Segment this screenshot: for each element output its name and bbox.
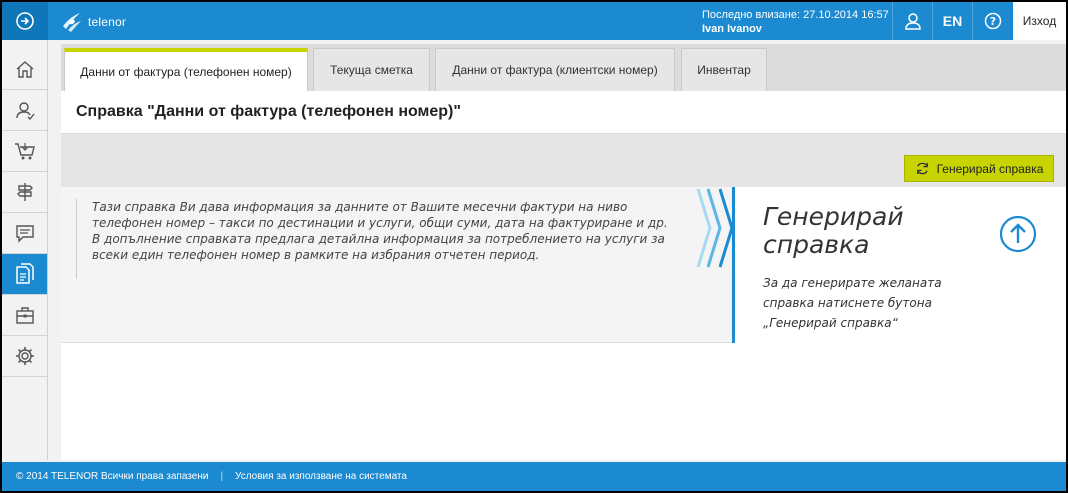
refresh-icon bbox=[916, 162, 928, 175]
generate-report-button[interactable]: Генерирай справка bbox=[904, 155, 1054, 182]
sidebar bbox=[2, 40, 48, 460]
language-button[interactable]: EN bbox=[932, 2, 972, 40]
tab-current-account[interactable]: Текуща сметка bbox=[313, 48, 430, 91]
user-icon bbox=[904, 13, 921, 30]
chevron-arrows-icon bbox=[696, 188, 734, 268]
telenor-logo: telenor bbox=[60, 10, 126, 34]
person-icon bbox=[15, 102, 35, 120]
report-tabs: Данни от фактура (телефонен номер) Текущ… bbox=[61, 44, 1066, 91]
sidebar-item-home[interactable] bbox=[2, 49, 47, 90]
footer: © 2014 TELENOR Всички права запазени | У… bbox=[2, 462, 1066, 491]
cart-icon bbox=[14, 143, 35, 160]
sidebar-item-profile[interactable] bbox=[2, 90, 47, 131]
hint-title-line1: Генерирай bbox=[763, 202, 904, 231]
user-name: Ivan Ivanov bbox=[702, 23, 762, 35]
sidebar-item-reports[interactable] bbox=[2, 254, 47, 295]
terms-link[interactable]: Условия за използване на системата bbox=[235, 471, 407, 482]
signpost-icon bbox=[16, 183, 33, 201]
page-title: Справка "Данни от фактура (телефонен ном… bbox=[61, 91, 1066, 134]
action-bar: Генерирай справка bbox=[61, 134, 1066, 187]
gear-icon bbox=[15, 347, 34, 365]
main-panel: Данни от фактура (телефонен номер) Текущ… bbox=[61, 44, 1066, 460]
logo-text: telenor bbox=[88, 15, 127, 29]
help-button[interactable]: ? bbox=[972, 2, 1012, 40]
documents-icon bbox=[15, 263, 34, 284]
copyright-text: © 2014 TELENOR Всички права запазени bbox=[16, 471, 209, 482]
generate-report-label: Генерирай справка bbox=[936, 161, 1044, 176]
login-info: Последно влизане: 27.10.2014 16:57 Ivan … bbox=[702, 8, 889, 36]
svg-text:?: ? bbox=[989, 15, 995, 28]
sidebar-item-settings[interactable] bbox=[2, 336, 47, 377]
sidebar-item-business[interactable] bbox=[2, 295, 47, 336]
last-login-label: Последно влизане: 27.10.2014 16:57 bbox=[702, 9, 889, 21]
report-description: Тази справка Ви дава информация за данни… bbox=[76, 199, 676, 279]
tab-invoice-phone[interactable]: Данни от фактура (телефонен номер) bbox=[64, 48, 308, 91]
hint-title: Генерирай справка bbox=[763, 203, 904, 259]
menu-toggle-button[interactable] bbox=[2, 2, 48, 40]
report-info-section: Тази справка Ви дава информация за данни… bbox=[61, 187, 1066, 343]
generate-hint-panel: Генерирай справка За да генерирате желан… bbox=[732, 187, 1066, 343]
sidebar-item-services[interactable] bbox=[2, 172, 47, 213]
briefcase-icon bbox=[15, 307, 34, 324]
tab-inventory[interactable]: Инвентар bbox=[681, 48, 767, 91]
top-bar: telenor Последно влизане: 27.10.2014 16:… bbox=[2, 2, 1066, 40]
app-frame: telenor Последно влизане: 27.10.2014 16:… bbox=[2, 2, 1066, 491]
profile-button[interactable] bbox=[892, 2, 932, 40]
hint-title-line2: справка bbox=[763, 230, 870, 259]
home-icon bbox=[16, 61, 33, 78]
sidebar-item-shop[interactable] bbox=[2, 131, 47, 172]
telenor-logo-icon bbox=[63, 13, 81, 32]
tab-invoice-client[interactable]: Данни от фактура (клиентски номер) bbox=[435, 48, 675, 91]
hint-text: За да генерирате желаната справка натисн… bbox=[763, 276, 942, 330]
arrow-up-circle-button[interactable] bbox=[999, 215, 1037, 258]
chat-icon bbox=[15, 225, 34, 243]
footer-separator: | bbox=[220, 471, 224, 482]
sidebar-item-messages[interactable] bbox=[2, 213, 47, 254]
arrow-up-circle-icon bbox=[999, 215, 1037, 253]
logout-button[interactable]: Изход bbox=[1013, 2, 1066, 40]
menu-toggle-icon bbox=[16, 12, 34, 30]
help-icon: ? bbox=[984, 12, 1001, 30]
